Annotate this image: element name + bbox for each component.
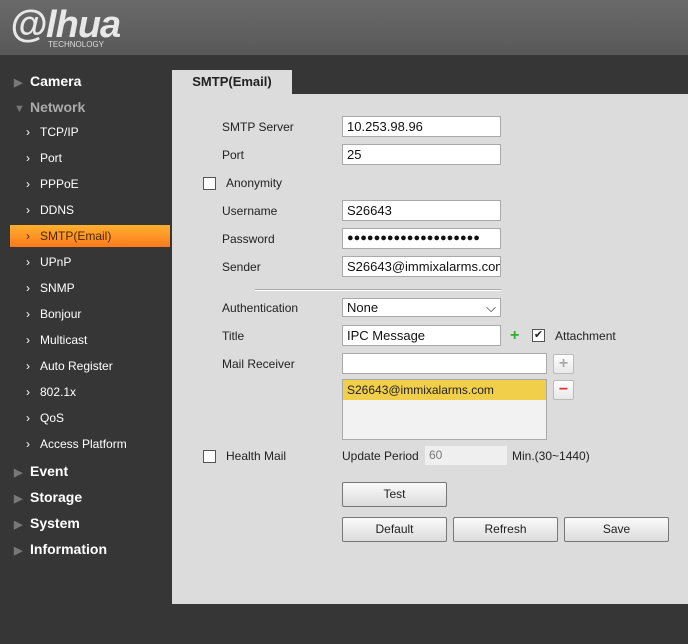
chevron-right-icon: ›: [26, 437, 30, 451]
authentication-label: Authentication: [222, 301, 299, 315]
sidebar-label: Bonjour: [40, 307, 82, 321]
add-receiver-button[interactable]: +: [553, 354, 574, 374]
update-period-label: Update Period: [342, 449, 419, 463]
sidebar-item-access-platform[interactable]: › Access Platform: [10, 433, 170, 455]
update-period-range: Min.(30~1440): [512, 449, 590, 463]
chevron-down-icon: ⌵: [486, 300, 496, 315]
save-button[interactable]: Save: [564, 517, 669, 542]
sidebar-label: Access Platform: [40, 437, 127, 451]
anonymity-checkbox[interactable]: [203, 177, 216, 190]
smtp-server-input[interactable]: 10.253.98.96: [342, 116, 501, 137]
sidebar-label: Event: [30, 463, 69, 479]
sidebar-item-camera[interactable]: ▶ Camera: [14, 73, 81, 89]
sidebar-label: 802.1x: [40, 385, 77, 399]
sender-input[interactable]: S26643@immixalarms.com: [342, 256, 501, 277]
title-input[interactable]: IPC Message: [342, 325, 501, 346]
sidebar-item-pppoe[interactable]: › PPPoE: [10, 173, 170, 195]
refresh-button[interactable]: Refresh: [453, 517, 558, 542]
title-label: Title: [222, 329, 245, 343]
chevron-right-icon: ›: [26, 125, 30, 139]
sidebar-label: QoS: [40, 411, 65, 425]
sidebar-item-snmp[interactable]: › SNMP: [10, 277, 170, 299]
password-label: Password: [222, 232, 275, 246]
sidebar-item-multicast[interactable]: › Multicast: [10, 329, 170, 351]
health-mail-checkbox[interactable]: [203, 450, 216, 463]
sidebar-label: Auto Register: [40, 359, 113, 373]
chevron-right-icon: ›: [26, 255, 30, 269]
username-input[interactable]: S26643: [342, 200, 501, 221]
mail-receiver-label: Mail Receiver: [222, 357, 295, 371]
port-label: Port: [222, 148, 245, 162]
sidebar-item-port[interactable]: › Port: [10, 147, 170, 169]
anonymity-label: Anonymity: [226, 176, 283, 190]
chevron-right-icon: ›: [26, 281, 30, 295]
sidebar-label: Multicast: [40, 333, 88, 347]
remove-receiver-button[interactable]: −: [553, 380, 574, 400]
health-mail-label: Health Mail: [226, 449, 287, 463]
chevron-right-icon: ›: [26, 359, 30, 373]
authentication-select[interactable]: None ⌵: [342, 298, 501, 317]
sidebar-label: Port: [40, 151, 63, 165]
sidebar-item-ddns[interactable]: › DDNS: [10, 199, 170, 221]
header: @lhua TECHNOLOGY: [0, 0, 688, 55]
port-input[interactable]: 25: [342, 144, 501, 165]
sidebar-item-network[interactable]: ▼ Network: [14, 99, 85, 115]
chevron-right-icon: ›: [26, 333, 30, 347]
expand-arrow-icon: ▶: [14, 519, 23, 531]
logo-tagline: TECHNOLOGY: [48, 40, 105, 49]
mail-receiver-input[interactable]: [342, 353, 547, 374]
attachment-label: Attachment: [555, 329, 616, 343]
authentication-value: None: [347, 300, 379, 315]
expand-arrow-icon: ▶: [14, 493, 23, 505]
sidebar-label: PPPoE: [40, 177, 79, 191]
chevron-right-icon: ›: [26, 177, 30, 191]
sidebar-item-bonjour[interactable]: › Bonjour: [10, 303, 170, 325]
sidebar-label: SMTP(Email): [40, 229, 112, 243]
chevron-right-icon: ›: [26, 229, 30, 243]
receiver-list[interactable]: S26643@immixalarms.com: [342, 379, 547, 440]
chevron-right-icon: ›: [26, 411, 30, 425]
sidebar-label: Storage: [30, 489, 83, 505]
update-period-input[interactable]: 60: [424, 445, 508, 466]
sidebar-label: Camera: [30, 73, 82, 89]
sidebar-label: SNMP: [40, 281, 75, 295]
sidebar-item-smtp-email[interactable]: › SMTP(Email): [10, 225, 170, 247]
test-button[interactable]: Test: [342, 482, 447, 507]
tab-smtp-email[interactable]: SMTP(Email): [172, 70, 292, 94]
username-label: Username: [222, 204, 278, 218]
sidebar-label: System: [30, 515, 80, 531]
separator: [255, 289, 501, 291]
add-plus-icon[interactable]: +: [510, 327, 519, 345]
sidebar-item-802-1x[interactable]: › 802.1x: [10, 381, 170, 403]
sidebar-label: Information: [30, 541, 107, 557]
chevron-right-icon: ›: [26, 151, 30, 165]
sidebar-item-system[interactable]: ▶ System: [14, 515, 80, 531]
smtp-server-label: SMTP Server: [222, 120, 294, 134]
default-button[interactable]: Default: [342, 517, 447, 542]
expand-arrow-icon: ▶: [14, 77, 23, 89]
chevron-right-icon: ›: [26, 203, 30, 217]
expand-arrow-icon: ▶: [14, 467, 23, 479]
chevron-right-icon: ›: [26, 307, 30, 321]
sidebar-item-tcp-ip[interactable]: › TCP/IP: [10, 121, 170, 143]
sidebar-item-information[interactable]: ▶ Information: [14, 541, 107, 557]
sidebar-item-storage[interactable]: ▶ Storage: [14, 489, 82, 505]
sidebar-item-upnp[interactable]: › UPnP: [10, 251, 170, 273]
expand-arrow-icon: ▶: [14, 545, 23, 557]
sidebar-item-qos[interactable]: › QoS: [10, 407, 170, 429]
sidebar-label: UPnP: [40, 255, 72, 269]
receiver-list-item[interactable]: S26643@immixalarms.com: [343, 380, 546, 400]
collapse-arrow-icon: ▼: [14, 103, 25, 115]
chevron-right-icon: ›: [26, 385, 30, 399]
sidebar-item-event[interactable]: ▶ Event: [14, 463, 68, 479]
sidebar-label: Network: [30, 99, 86, 115]
sidebar-label: TCP/IP: [40, 125, 79, 139]
password-input[interactable]: ●●●●●●●●●●●●●●●●●●●●: [342, 228, 501, 249]
sidebar-label: DDNS: [40, 203, 75, 217]
sender-label: Sender: [222, 260, 261, 274]
attachment-checkbox[interactable]: ✔: [532, 329, 545, 342]
sidebar-item-auto-register[interactable]: › Auto Register: [10, 355, 170, 377]
